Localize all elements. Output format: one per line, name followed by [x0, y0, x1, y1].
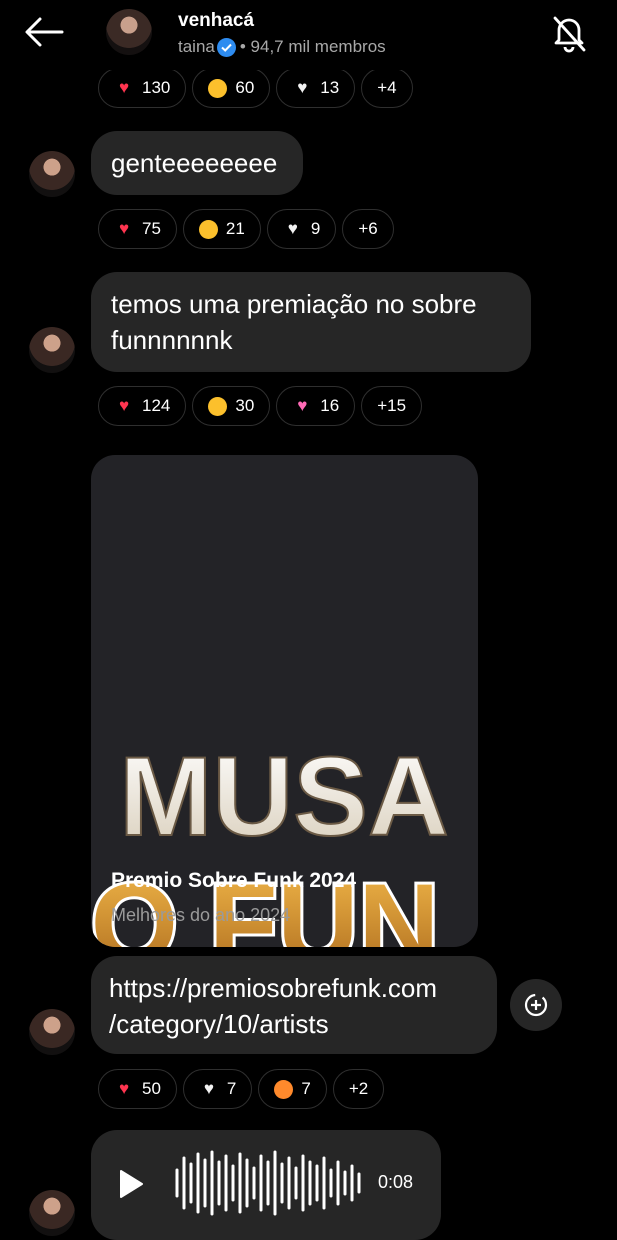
- channel-subtitle: taina • 94,7 mil membros: [178, 37, 386, 57]
- reaction-two-hearts[interactable]: ♥ 16: [276, 386, 356, 426]
- reaction-heart-eyes[interactable]: 7: [258, 1069, 327, 1109]
- audio-duration: 0:08: [378, 1172, 414, 1192]
- sender-avatar[interactable]: [29, 151, 75, 197]
- audio-message[interactable]: 0:08: [91, 1130, 441, 1240]
- reactions-row: ♥ 75 21 ♥ 9 +6: [98, 209, 394, 249]
- reaction-white-heart[interactable]: ♥ 9: [266, 209, 337, 249]
- open-mouth-emoji-icon: [198, 219, 218, 239]
- card-subtitle: Melhores do ano 2024: [111, 905, 291, 925]
- play-icon[interactable]: [118, 1169, 144, 1199]
- reaction-more[interactable]: +6: [342, 209, 394, 249]
- reaction-more[interactable]: +4: [361, 68, 413, 108]
- reaction-joy[interactable]: 60: [192, 68, 271, 108]
- sender-avatar[interactable]: [29, 1009, 75, 1055]
- members-count: • 94,7 mil membros: [239, 37, 386, 56]
- reaction-white-heart[interactable]: ♥ 7: [182, 1069, 253, 1109]
- reaction-heart[interactable]: ♥ 130: [98, 68, 187, 108]
- message-bubble[interactable]: temos uma premiação no sobre funnnnnnk: [91, 272, 531, 372]
- white-heart-icon: ♥: [297, 78, 308, 97]
- back-arrow-icon[interactable]: [22, 14, 66, 50]
- reactions-row: ♥ 130 60 ♥ 13 +4: [98, 68, 413, 108]
- channel-avatar[interactable]: [106, 9, 152, 55]
- link-preview-card[interactable]: MUSA O FUN Premio Sobre Funk 2024 Melhor…: [91, 455, 478, 947]
- heart-icon: ♥: [118, 78, 130, 97]
- reaction-more[interactable]: +15: [361, 386, 423, 426]
- chat-header: venhacá taina • 94,7 mil membros: [0, 0, 617, 70]
- two-hearts-icon: ♥: [297, 396, 308, 415]
- owner-name: taina: [178, 37, 215, 56]
- joy-emoji-icon: [208, 78, 228, 98]
- reaction-more[interactable]: +2: [332, 1069, 385, 1109]
- white-heart-icon: ♥: [287, 219, 298, 238]
- reaction-heart[interactable]: ♥ 75: [98, 209, 177, 249]
- heart-eyes-emoji-icon: [274, 1079, 294, 1099]
- heart-icon: ♥: [118, 396, 130, 415]
- white-heart-icon: ♥: [203, 1079, 214, 1098]
- link-message-bubble[interactable]: https://premiosobrefunk.com /category/10…: [91, 956, 497, 1054]
- channel-title[interactable]: venhacá: [178, 10, 254, 32]
- reaction-surprised[interactable]: 30: [192, 386, 271, 426]
- sender-avatar[interactable]: [29, 1190, 75, 1236]
- card-title: Premio Sobre Funk 2024: [111, 869, 357, 892]
- mute-bell-icon[interactable]: [546, 10, 592, 56]
- reaction-surprised[interactable]: 21: [182, 209, 261, 249]
- reaction-heart[interactable]: ♥ 124: [98, 386, 187, 426]
- share-add-icon[interactable]: [510, 979, 562, 1031]
- message-bubble[interactable]: genteeeeeeee: [91, 131, 303, 195]
- reactions-row: ♥ 124 30 ♥ 16 +15: [98, 386, 423, 426]
- sender-avatar[interactable]: [29, 327, 75, 373]
- reaction-white-heart[interactable]: ♥ 13: [276, 68, 356, 108]
- reactions-row: ♥ 50 ♥ 7 7 +2: [98, 1069, 385, 1109]
- preview-text-musa: MUSA: [119, 734, 449, 859]
- reaction-heart[interactable]: ♥ 50: [98, 1069, 177, 1109]
- waveform[interactable]: [173, 1148, 369, 1218]
- verified-badge-icon: [216, 37, 236, 57]
- open-mouth-emoji-icon: [208, 396, 228, 416]
- heart-icon: ♥: [118, 1079, 130, 1098]
- heart-icon: ♥: [118, 219, 130, 238]
